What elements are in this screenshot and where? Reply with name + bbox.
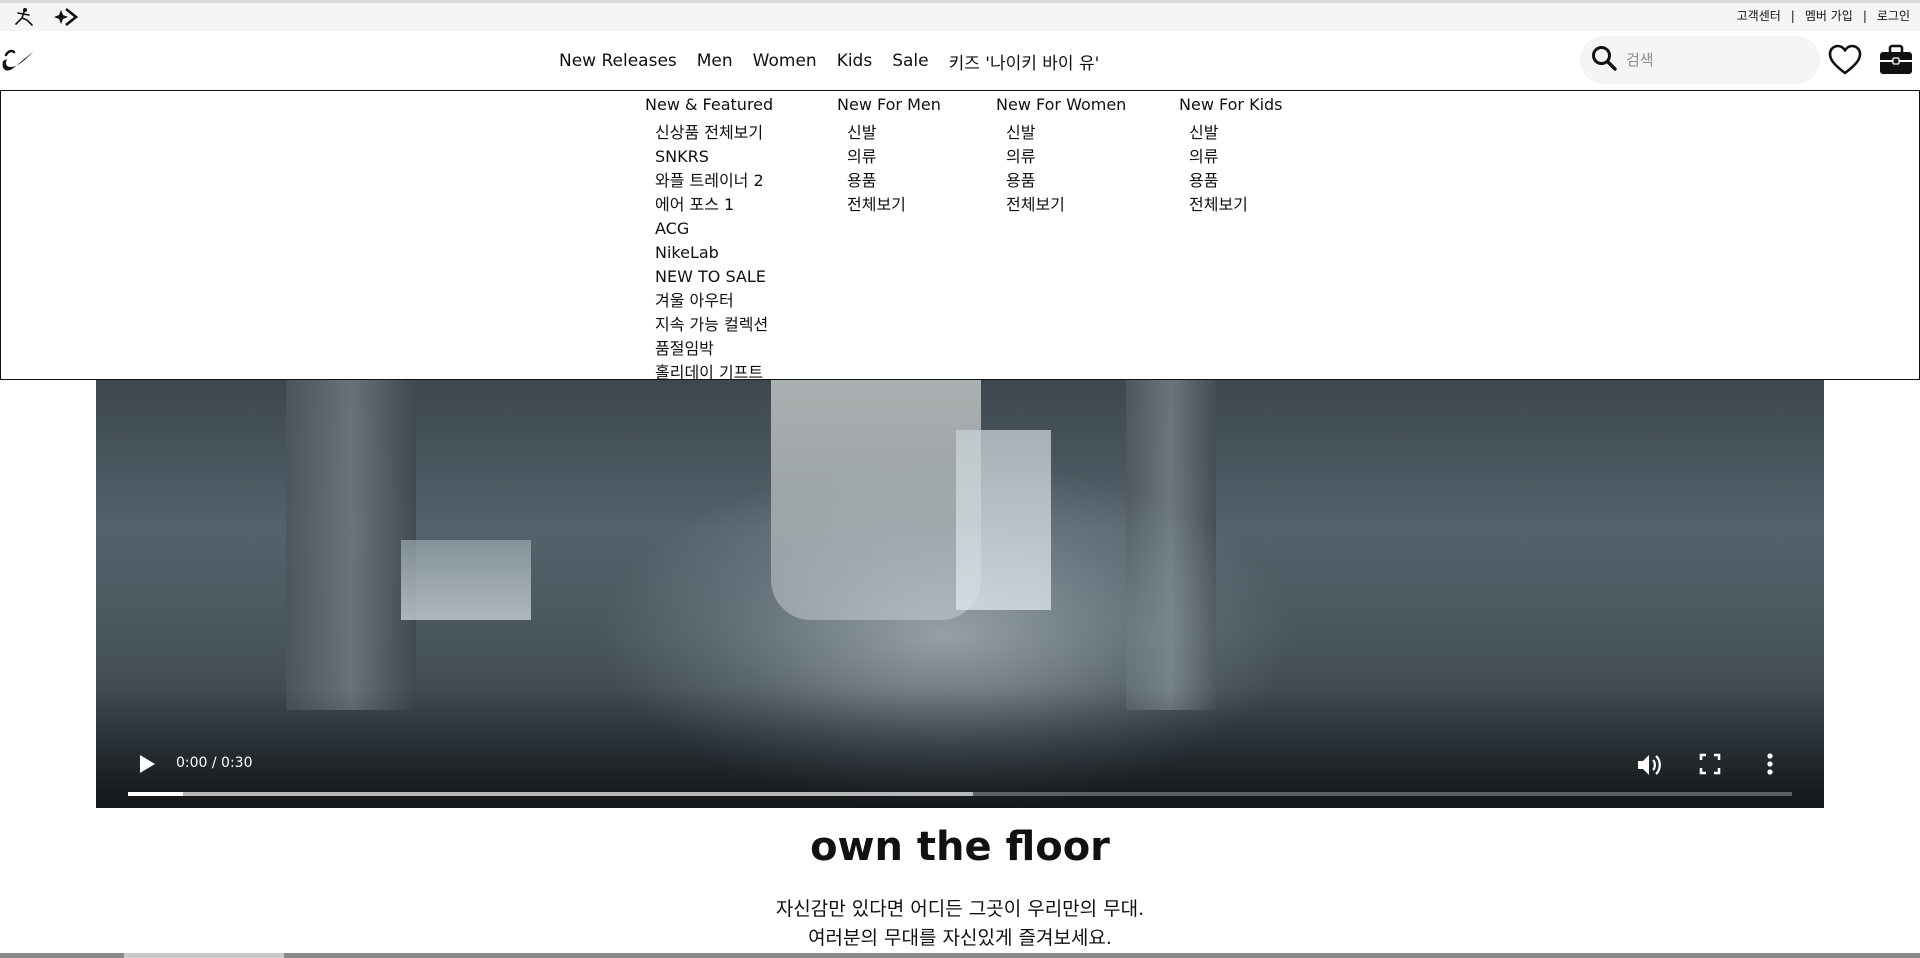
menu-item[interactable]: 용품	[1189, 169, 1283, 193]
nav-sale[interactable]: Sale	[882, 31, 938, 91]
video-time: 0:00 / 0:30	[176, 755, 253, 771]
menu-item[interactable]: 와플 트레이너 2	[655, 169, 773, 193]
menu-item[interactable]: 지속 가능 컬렉션	[655, 313, 773, 337]
column-title[interactable]: New For Men	[837, 95, 941, 115]
mega-col-new-for-men: New For Men 신발 의류 용품 전체보기	[837, 95, 941, 217]
column-title[interactable]: New & Featured	[645, 95, 773, 115]
video-progress-bar[interactable]	[128, 792, 1792, 796]
menu-item[interactable]: 신발	[1189, 121, 1283, 145]
menu-item[interactable]: 신상품 전체보기	[655, 121, 773, 145]
menu-item[interactable]: 품절임박	[655, 337, 773, 361]
menu-item[interactable]: ACG	[655, 217, 773, 241]
heart-icon[interactable]	[1828, 44, 1862, 80]
separator: |	[1790, 8, 1795, 23]
utility-bar: 고객센터 | 멤버 가입 | 로그인	[0, 0, 1920, 31]
fullscreen-icon[interactable]	[1696, 750, 1724, 782]
menu-item[interactable]: 의류	[847, 145, 941, 169]
menu-item[interactable]: SNKRS	[655, 145, 773, 169]
menu-item[interactable]: 용품	[1006, 169, 1126, 193]
page-headline: own the floor	[810, 824, 1110, 870]
menu-item[interactable]: 전체보기	[1189, 193, 1283, 217]
menu-item[interactable]: 의류	[1006, 145, 1126, 169]
volume-icon[interactable]	[1634, 750, 1664, 784]
main-header: New Releases Men Women Kids Sale 키즈 '나이키…	[0, 31, 1920, 93]
hero-video-player[interactable]: 0:00 / 0:30	[96, 380, 1824, 808]
menu-item[interactable]: NEW TO SALE	[655, 265, 773, 289]
buffered-bar	[128, 792, 974, 796]
column-title[interactable]: New For Women	[996, 95, 1126, 115]
menu-item[interactable]: 전체보기	[847, 193, 941, 217]
search-icon[interactable]	[1590, 44, 1618, 76]
scene-window	[401, 540, 531, 620]
separator: |	[1862, 8, 1867, 23]
help-center-link[interactable]: 고객센터	[1737, 7, 1781, 24]
page-description: 자신감만 있다면 어디든 그곳이 우리만의 무대. 여러분의 무대를 자신있게 …	[0, 895, 1920, 953]
main-nav: New Releases Men Women Kids Sale 키즈 '나이키…	[549, 31, 1110, 93]
horizontal-scrollbar[interactable]	[0, 953, 1920, 958]
nike-swoosh-logo-icon[interactable]	[0, 47, 34, 79]
menu-item[interactable]: 용품	[847, 169, 941, 193]
menu-item[interactable]: 의류	[1189, 145, 1283, 169]
menu-item[interactable]: NikeLab	[655, 241, 773, 265]
menu-item[interactable]: 전체보기	[1006, 193, 1126, 217]
mega-col-new-featured: New & Featured 신상품 전체보기 SNKRS 와플 트레이너 2 …	[645, 95, 773, 385]
search-input[interactable]	[1626, 51, 1796, 69]
nav-men[interactable]: Men	[687, 31, 743, 91]
converse-logo-icon[interactable]	[52, 7, 79, 31]
play-icon[interactable]	[136, 752, 158, 780]
mega-menu-dropdown: New & Featured 신상품 전체보기 SNKRS 와플 트레이너 2 …	[0, 90, 1920, 382]
jordan-logo-icon[interactable]	[12, 7, 34, 31]
column-title[interactable]: New For Kids	[1179, 95, 1283, 115]
menu-item[interactable]: 신발	[1006, 121, 1126, 145]
scene-column	[286, 380, 416, 710]
nav-women[interactable]: Women	[743, 31, 827, 91]
video-controls: 0:00 / 0:30	[96, 738, 1824, 808]
scrollbar-thumb[interactable]	[124, 953, 284, 958]
menu-item[interactable]: 홀리데이 기프트	[655, 361, 773, 385]
mega-col-new-for-kids: New For Kids 신발 의류 용품 전체보기	[1179, 95, 1283, 217]
more-options-icon[interactable]	[1756, 750, 1784, 782]
bag-icon[interactable]	[1878, 44, 1914, 80]
description-line: 자신감만 있다면 어디든 그곳이 우리만의 무대.	[775, 898, 1145, 920]
played-bar	[128, 792, 183, 796]
nav-kids-nike-by-you[interactable]: 키즈 '나이키 바이 유'	[939, 31, 1110, 91]
utility-links: 고객센터 | 멤버 가입 | 로그인	[1737, 7, 1910, 24]
menu-item[interactable]: 겨울 아우터	[655, 289, 773, 313]
description-line: 여러분의 무대를 자신있게 즐겨보세요.	[808, 927, 1112, 949]
mega-col-new-for-women: New For Women 신발 의류 용품 전체보기	[996, 95, 1126, 217]
menu-item[interactable]: 신발	[847, 121, 941, 145]
menu-item[interactable]: 에어 포스 1	[655, 193, 773, 217]
login-link[interactable]: 로그인	[1877, 7, 1910, 24]
nav-kids[interactable]: Kids	[827, 31, 883, 91]
search-box[interactable]	[1580, 36, 1820, 84]
nav-new-releases[interactable]: New Releases	[549, 31, 687, 93]
join-member-link[interactable]: 멤버 가입	[1805, 7, 1853, 24]
